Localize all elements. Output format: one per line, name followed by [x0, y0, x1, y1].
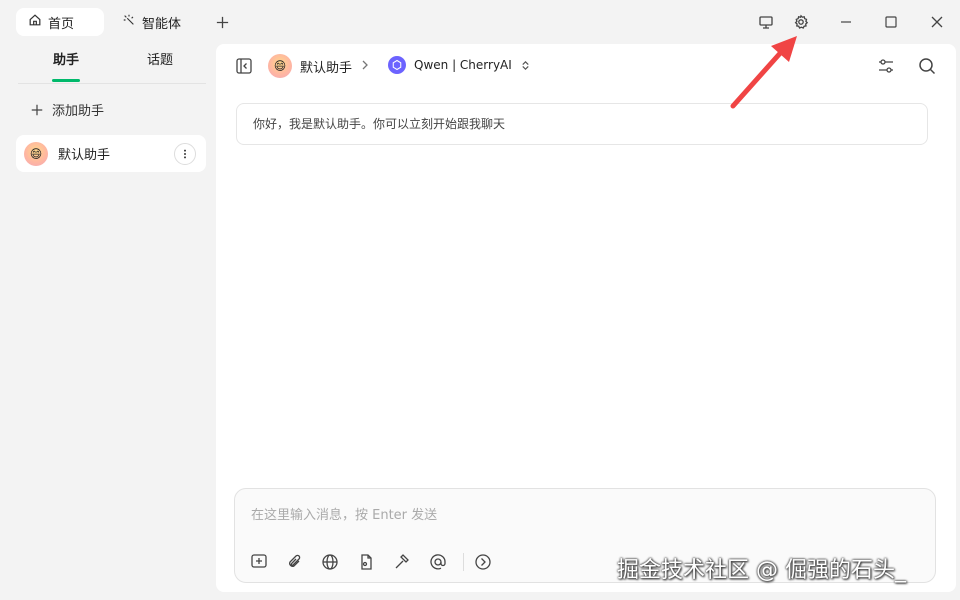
- collapse-sidebar-button[interactable]: [234, 56, 254, 76]
- tab-home-label: 首页: [48, 16, 75, 32]
- chevron-circle-icon: [475, 554, 491, 570]
- model-name: Qwen | CherryAI: [414, 58, 512, 72]
- home-icon: [28, 13, 42, 31]
- new-topic-icon: [251, 554, 267, 568]
- chevron-updown-icon: [522, 60, 529, 70]
- mention-button[interactable]: [428, 552, 448, 572]
- chat-panel: 😄 默认助手 Qwen | CherryAI 你好，我是默认助手。你可以立刻开始…: [216, 44, 956, 592]
- tools-button[interactable]: [392, 552, 412, 572]
- minimize-button[interactable]: [836, 12, 856, 32]
- new-topic-button[interactable]: [249, 552, 269, 572]
- add-assistant-label: 添加助手: [52, 104, 105, 119]
- toolbar-divider: [463, 553, 464, 571]
- maximize-button[interactable]: [881, 12, 901, 32]
- paperclip-icon: [289, 554, 301, 567]
- settings-button[interactable]: [791, 12, 811, 32]
- attach-button[interactable]: [285, 552, 305, 572]
- smiley-avatar-icon: 😄: [24, 141, 48, 166]
- close-icon: [931, 16, 943, 28]
- chat-header: 😄 默认助手 Qwen | CherryAI: [216, 44, 956, 90]
- model-selector[interactable]: Qwen | CherryAI: [388, 56, 531, 74]
- sliders-icon: [879, 59, 893, 73]
- more-options-button[interactable]: [174, 143, 196, 165]
- tab-agents[interactable]: 智能体: [110, 8, 200, 36]
- maximize-icon: [885, 16, 897, 28]
- more-vertical-icon: [184, 149, 186, 159]
- watermark-text: 掘金技术社区 @ 倔强的石头_: [617, 558, 906, 583]
- message-input[interactable]: [251, 503, 911, 527]
- title-bar: 首页 智能体: [0, 0, 960, 44]
- plus-icon: [216, 16, 228, 28]
- expand-button[interactable]: [473, 552, 493, 572]
- globe-icon: [322, 554, 338, 570]
- sidebar: 助手 话题 添加助手 😄 默认助手: [16, 44, 208, 600]
- monitor-icon: [759, 16, 773, 29]
- header-assistant-name: 默认助手: [300, 60, 353, 76]
- close-button[interactable]: [927, 12, 947, 32]
- sidebar-tabs: 助手 话题: [18, 44, 206, 84]
- chevron-right-icon: [362, 60, 368, 70]
- settings-sliders-button[interactable]: [876, 56, 896, 76]
- gear-icon: [794, 14, 809, 29]
- plus-icon: [31, 104, 43, 115]
- welcome-message: 你好，我是默认助手。你可以立刻开始跟我聊天: [236, 103, 928, 145]
- minimize-icon: [841, 21, 851, 23]
- hammer-icon: [395, 554, 409, 569]
- at-icon: [430, 554, 446, 570]
- search-icon: [919, 58, 936, 75]
- web-search-button[interactable]: [320, 552, 340, 572]
- display-button[interactable]: [756, 12, 776, 32]
- sparkle-icon: [122, 13, 136, 31]
- add-assistant-button[interactable]: 添加助手: [30, 100, 104, 119]
- annotation-arrow-icon: [730, 36, 797, 109]
- add-tab-button[interactable]: [212, 12, 232, 32]
- sidebar-toggle-icon: [236, 58, 252, 74]
- sidebar-tab-topics[interactable]: 话题: [114, 44, 206, 82]
- sidebar-tab-assistants[interactable]: 助手: [20, 44, 112, 82]
- knowledge-base-button[interactable]: [356, 552, 376, 572]
- search-button[interactable]: [917, 56, 937, 76]
- document-icon: [361, 554, 372, 570]
- header-assistant[interactable]: 😄 默认助手: [268, 54, 352, 78]
- tab-agents-label: 智能体: [142, 16, 182, 32]
- tab-home[interactable]: 首页: [16, 8, 104, 36]
- model-logo-icon: [388, 56, 406, 74]
- assistant-name: 默认助手: [58, 148, 111, 163]
- smiley-avatar-icon: 😄: [268, 54, 292, 78]
- assistant-list-item[interactable]: 😄 默认助手: [16, 135, 206, 172]
